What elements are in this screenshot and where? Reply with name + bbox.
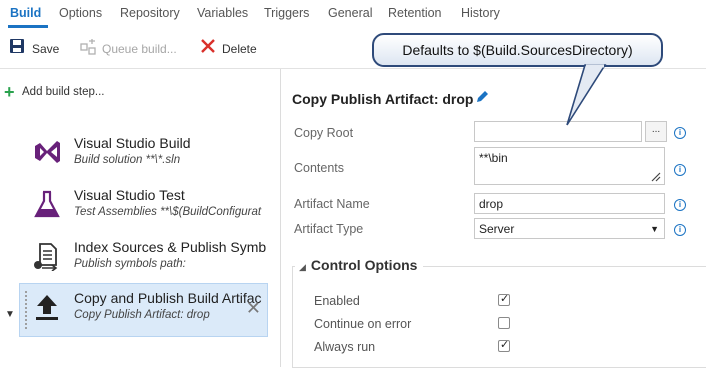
copy-root-label: Copy Root [294,126,354,140]
info-icon[interactable]: i [674,224,686,236]
task-details-pane: Copy Publish Artifact: drop Copy Root ..… [281,69,706,368]
visual-studio-icon [35,141,60,163]
build-step-copy-publish-artifact[interactable]: Copy and Publish Build Artifac Copy Publ… [19,283,268,337]
always-run-label: Always run [314,340,376,354]
step-title: Copy and Publish Build Artifac [74,290,262,306]
contents-textarea[interactable]: **\bin [474,147,665,185]
info-icon[interactable]: i [674,164,686,176]
continue-on-error-label: Continue on error [314,317,412,331]
artifact-type-value: Server [479,222,515,236]
continue-on-error-checkbox[interactable] [498,317,510,329]
callout-text: Defaults to $(Build.SourcesDirectory) [402,42,633,58]
artifact-type-select[interactable]: Server ▼ [474,218,665,239]
tab-variables[interactable]: Variables [197,6,248,20]
save-label: Save [32,42,60,56]
add-build-step-label: Add build step... [22,86,105,98]
tab-general[interactable]: General [328,6,372,20]
step-subtitle: Test Assemblies **\$(BuildConfigurat [74,206,262,218]
step-subtitle: Publish symbols path: [74,258,186,270]
flask-icon [34,190,60,218]
drag-handle[interactable] [24,290,28,330]
upload-icon [36,295,58,320]
save-button[interactable]: Save [10,36,60,60]
remove-step-icon[interactable]: ✕ [246,298,261,319]
checkmark-icon: ✓ [500,293,510,305]
enabled-label: Enabled [314,294,360,308]
info-icon[interactable]: i [674,127,686,139]
queue-build-label: Queue build... [102,42,177,56]
build-steps-pane: + Add build step... Visual Studio Build … [0,69,280,367]
delete-button[interactable]: Delete [201,36,261,60]
active-tab-indicator [8,25,48,28]
queue-build-button[interactable]: Queue build... [80,36,180,60]
tab-build[interactable]: Build [10,6,41,20]
edit-pencil-icon[interactable] [475,90,489,104]
save-icon [10,39,24,53]
info-icon[interactable]: i [674,199,686,211]
dropdown-caret-icon: ▼ [650,224,659,234]
step-title: Visual Studio Build [74,135,191,151]
contents-label: Contents [294,161,345,175]
selected-step-caret-icon: ▼ [5,309,15,320]
step-title: Visual Studio Test [74,187,185,203]
task-title: Copy Publish Artifact: drop [292,91,474,107]
step-title: Index Sources & Publish Symb [74,239,266,255]
callout-pointer [566,64,607,126]
always-run-checkbox[interactable]: ✓ [498,339,510,352]
control-options-header[interactable]: ◢ Control Options [295,257,424,273]
delete-label: Delete [222,42,257,56]
tab-repository[interactable]: Repository [120,6,180,20]
tab-triggers[interactable]: Triggers [264,6,309,20]
build-step-index-sources[interactable]: Index Sources & Publish Symb Publish sym… [20,233,266,279]
queue-build-icon [80,39,96,55]
index-sources-icon [34,243,58,271]
artifact-name-label: Artifact Name [294,197,370,211]
tab-options[interactable]: Options [59,6,102,20]
callout-box: Defaults to $(Build.SourcesDirectory) [372,33,663,67]
tab-bar: Build Options Repository Variables Trigg… [0,0,706,28]
resize-grip-icon[interactable] [651,172,661,182]
step-subtitle: Copy Publish Artifact: drop [74,309,210,321]
control-options-title: Control Options [310,257,418,273]
checkmark-icon: ✓ [500,339,510,351]
step-subtitle: Build solution **\*.sln [74,154,181,166]
collapse-triangle-icon: ◢ [299,262,306,272]
plus-icon: + [4,82,15,102]
tab-history[interactable]: History [461,6,500,20]
browse-button[interactable]: ... [645,121,667,142]
artifact-type-label: Artifact Type [294,222,364,236]
enabled-checkbox[interactable]: ✓ [498,293,510,306]
add-build-step-button[interactable]: + Add build step... [4,83,124,101]
artifact-name-input[interactable]: drop [474,193,665,214]
build-step-visual-studio-build[interactable]: Visual Studio Build Build solution **\*.… [20,129,266,175]
delete-x-icon [201,39,215,53]
build-step-visual-studio-test[interactable]: Visual Studio Test Test Assemblies **\$(… [20,181,266,227]
tab-retention[interactable]: Retention [388,6,442,20]
contents-value: **\bin [479,151,508,165]
